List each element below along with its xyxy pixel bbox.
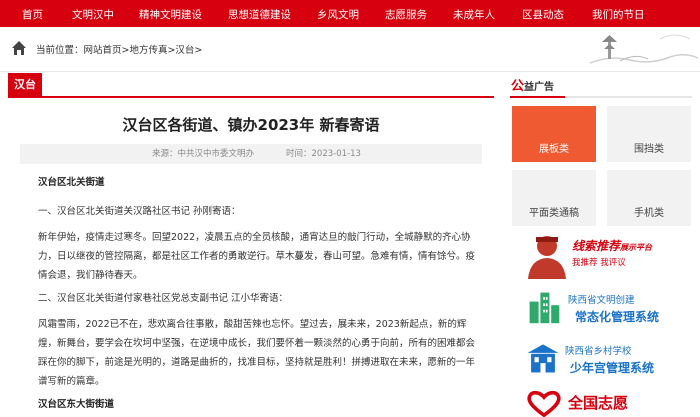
breadcrumb-bar: 当前位置：网站首页>地方传真>汉台> (0, 27, 700, 71)
ad-category-label: 围挡类 (634, 144, 664, 155)
civilization-creation-banner[interactable]: 陕西省文明创建 常态化管理系统 (512, 286, 692, 334)
nav-item-moral-construction[interactable]: 思想道德建设 (228, 7, 291, 22)
article-title: 汉台区各街道、镇办2023年 新春寄语 (122, 116, 380, 134)
ads-header-accent (510, 96, 565, 98)
rural-school-line2: 少年宫管理系统 (570, 361, 655, 375)
clue-recommend-title: 线索推荐展示平台 (572, 239, 653, 253)
nav-item-spiritual-civilization[interactable]: 精神文明建设 (139, 7, 202, 22)
nav-item-minors[interactable]: 未成年人 (453, 7, 495, 22)
paragraph-1: 一、汉台区北关街道关汉路社区书记 孙刚寄语： (38, 206, 241, 217)
article-meta: 来源：中共汉中市委文明办 时间：2023-01-13 (20, 144, 482, 164)
civilization-creation-line2: 常态化管理系统 (575, 310, 660, 324)
nav-item-volunteer-service[interactable]: 志愿服务 (385, 7, 427, 22)
landscape-ink-decoration (589, 34, 699, 64)
top-nav: 首页 文明汉中 精神文明建设 思想道德建设 乡风文明 志愿服务 未成年人 区县动… (0, 0, 700, 27)
volunteer-heart-icon (527, 390, 561, 417)
public-ads-title: 公益广告 (511, 75, 554, 94)
ad-category-print[interactable]: 平面类通稿 (512, 170, 596, 226)
ad-category-label: 展板类 (539, 144, 569, 155)
national-volunteer-title: 全国志愿 (568, 394, 629, 412)
school-building-icon (527, 344, 559, 373)
public-ads-title-rest: 益广告 (524, 82, 555, 93)
paragraph-2: 新年伊始，疫情走过寒冬。回望2022，凌晨五点的全员核酸，通宵达旦的敲门行动，全… (38, 232, 476, 281)
buildings-icon (529, 292, 560, 324)
breadcrumb-path[interactable]: 网站首页>地方传真>汉台> (84, 45, 203, 56)
paragraph-3: 二、汉台区北关街道付家巷社区党总支副书记 江小华寄语： (38, 293, 289, 304)
nav-item-home[interactable]: 首页 (22, 7, 43, 22)
hero-portrait-icon (528, 236, 566, 279)
clue-recommend-caption: 我推荐 我评议 (572, 258, 626, 268)
ad-category-label: 平面类通稿 (529, 208, 579, 219)
ad-category-hoarding[interactable]: 围挡类 (607, 106, 691, 162)
paragraph-4: 风霜雪雨，2022已不在，悲欢离合往事散，酸甜苦辣也忘怀。望过去，展未来，202… (38, 319, 476, 387)
paragraph-heading-dongdajie: 汉台区东大街街道 (38, 399, 115, 410)
article-container: 汉台区各街道、镇办2023年 新春寄语 来源：中共汉中市委文明办 时间：2023… (8, 98, 494, 417)
article-source: 来源：中共汉中市委文明办 (152, 149, 255, 159)
breadcrumb: 当前位置：网站首页>地方传真>汉台> (36, 42, 202, 56)
nav-item-district-news[interactable]: 区县动态 (522, 7, 564, 22)
rural-school-line1: 陕西省乡村学校 (565, 346, 632, 357)
public-ads-title-first: 公 (511, 79, 525, 94)
ad-category-label: 手机类 (634, 208, 664, 219)
ad-category-display-board[interactable]: 展板类 (512, 106, 596, 162)
rural-school-banner[interactable]: 陕西省乡村学校 少年宫管理系统 (512, 337, 692, 385)
home-icon[interactable] (11, 40, 27, 56)
section-tab-hantai[interactable]: 汉台 (8, 73, 42, 97)
ad-category-mobile[interactable]: 手机类 (607, 170, 691, 226)
civilization-creation-line1: 陕西省文明创建 (568, 295, 635, 306)
national-volunteer-banner[interactable]: 全国志愿 (512, 388, 692, 417)
clue-recommend-subtitle: 展示平台 (620, 243, 653, 252)
nav-item-civilized-hanzhong[interactable]: 文明汉中 (72, 7, 114, 22)
clue-recommend-banner[interactable]: 线索推荐展示平台 我推荐 我评议 (512, 231, 692, 279)
nav-item-rural-civilization[interactable]: 乡风文明 (317, 7, 359, 22)
breadcrumb-label: 当前位置： (36, 45, 84, 56)
header-divider (0, 71, 700, 72)
article-time: 时间：2023-01-13 (286, 149, 361, 159)
nav-item-our-festivals[interactable]: 我们的节日 (592, 7, 645, 22)
paragraph-heading-beiguan: 汉台区北关街道 (38, 177, 105, 188)
